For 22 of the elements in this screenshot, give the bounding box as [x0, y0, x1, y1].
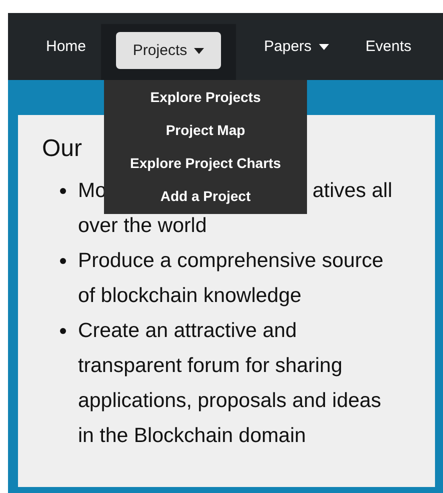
- bullet-text: Produce a comprehensive source: [78, 248, 384, 274]
- bullet-icon: [60, 258, 66, 264]
- menu-item[interactable]: Add a Project: [104, 179, 307, 212]
- bullet-icon: [60, 328, 66, 334]
- bullet-text: over the world: [78, 213, 207, 239]
- bullet-text: applications, proposals and ideas: [78, 388, 382, 414]
- bullet-text: transparent forum for sharing: [78, 353, 342, 379]
- nav-link[interactable]: Events: [356, 30, 422, 63]
- caret-icon: [194, 48, 204, 54]
- nav-dropdown-button[interactable]: Projects: [116, 32, 222, 69]
- bullet-text: of blockchain knowledge: [78, 283, 302, 309]
- nav-dropdown-button[interactable]: Papers: [254, 30, 339, 63]
- bullet-text: atives all: [312, 178, 392, 204]
- menu-item[interactable]: Project Map: [104, 113, 307, 146]
- bullet-text: in the Blockchain domain: [78, 423, 306, 449]
- bullet-icon: [60, 188, 66, 194]
- nav-link[interactable]: Home: [36, 30, 96, 63]
- bullet-text: Create an attractive and: [78, 318, 297, 344]
- section-heading: Our: [42, 135, 82, 163]
- menu-item[interactable]: Explore Projects: [104, 80, 307, 113]
- caret-icon: [318, 44, 329, 50]
- menu-item[interactable]: Explore Project Charts: [104, 146, 307, 179]
